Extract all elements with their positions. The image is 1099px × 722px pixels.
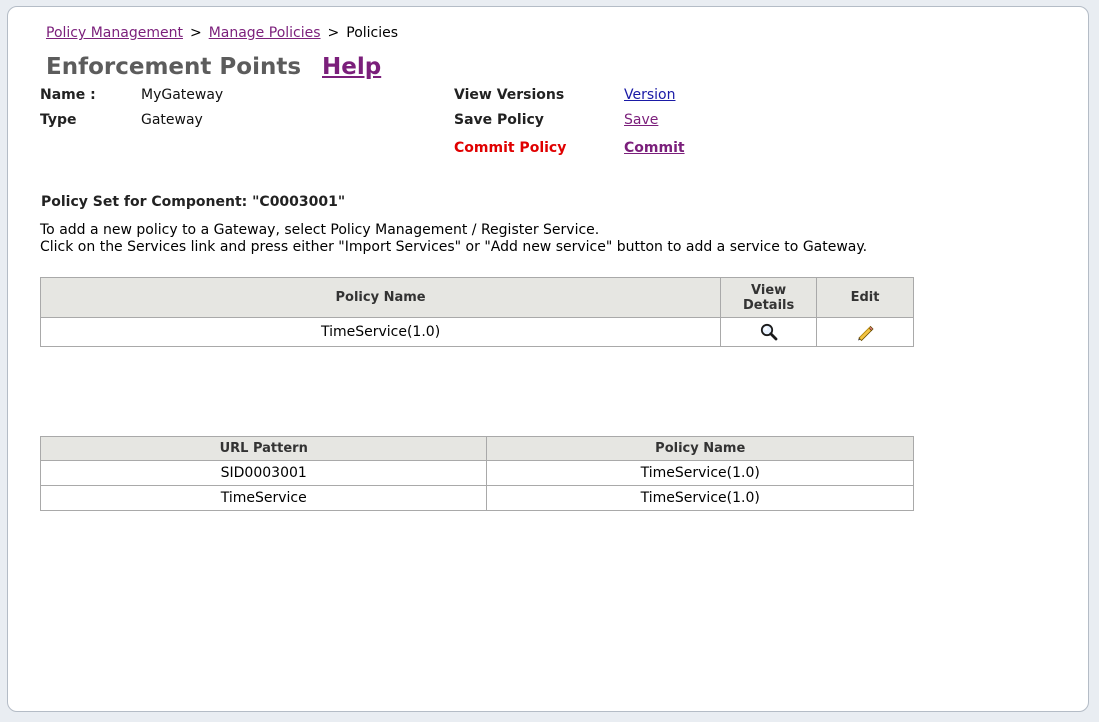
breadcrumb-policy-management-link[interactable]: Policy Management	[46, 25, 183, 41]
view-versions-label: View Versions	[454, 87, 565, 103]
instructions: To add a new policy to a Gateway, select…	[40, 222, 1040, 256]
column-header-view-details: View Details	[720, 277, 818, 318]
content-panel: Policy Management > Manage Policies > Polici…	[7, 6, 1089, 712]
version-link[interactable]: Version	[624, 87, 675, 103]
page-title: Enforcement Points	[46, 54, 302, 80]
policy-set-heading: Policy Set for Component: "C0003001"	[41, 194, 346, 210]
commit-link[interactable]: Commit	[624, 140, 685, 156]
type-value: Gateway	[141, 112, 203, 128]
breadcrumb-manage-policies-link[interactable]: Manage Policies	[209, 25, 321, 41]
magnifier-icon[interactable]	[759, 322, 779, 342]
url-pattern-table: URL Pattern Policy Name SID0003001 TimeS…	[39, 436, 914, 511]
policy-table: Policy Name View Details Edit TimeServic…	[39, 277, 914, 347]
help-link[interactable]: Help	[322, 54, 381, 80]
pencil-icon[interactable]	[855, 322, 875, 342]
name-label: Name :	[40, 87, 96, 103]
breadcrumb-separator: >	[189, 25, 202, 41]
instruction-line-2: Click on the Services link and press eit…	[40, 239, 868, 255]
type-label: Type	[40, 112, 77, 128]
instruction-line-1: To add a new policy to a Gateway, select…	[40, 222, 600, 238]
save-policy-label: Save Policy	[454, 112, 544, 128]
table-row: TimeService TimeService(1.0)	[39, 485, 914, 511]
name-value: MyGateway	[141, 87, 224, 103]
column-header-policy-name: Policy Name	[486, 436, 914, 461]
save-link[interactable]: Save	[624, 112, 658, 128]
url-pattern-cell: TimeService	[39, 485, 488, 511]
url-pattern-cell: SID0003001	[39, 460, 488, 486]
table-row: TimeService(1.0)	[39, 317, 914, 347]
column-header-url-pattern: URL Pattern	[39, 436, 488, 461]
policy-name-cell: TimeService(1.0)	[486, 460, 914, 486]
policy-name-cell: TimeService(1.0)	[486, 485, 914, 511]
view-details-cell	[720, 317, 818, 347]
policy-name-cell: TimeService(1.0)	[39, 317, 722, 347]
breadcrumb: Policy Management > Manage Policies > Polici…	[46, 25, 398, 41]
edit-cell	[816, 317, 914, 347]
policy-table-header-row: Policy Name View Details Edit	[39, 277, 914, 318]
breadcrumb-separator: >	[327, 25, 340, 41]
url-table-header-row: URL Pattern Policy Name	[39, 436, 914, 461]
column-header-edit: Edit	[816, 277, 914, 318]
commit-policy-label: Commit Policy	[454, 140, 567, 156]
breadcrumb-current: Policies	[346, 25, 399, 41]
column-header-policy-name: Policy Name	[39, 277, 722, 318]
table-row: SID0003001 TimeService(1.0)	[39, 460, 914, 486]
